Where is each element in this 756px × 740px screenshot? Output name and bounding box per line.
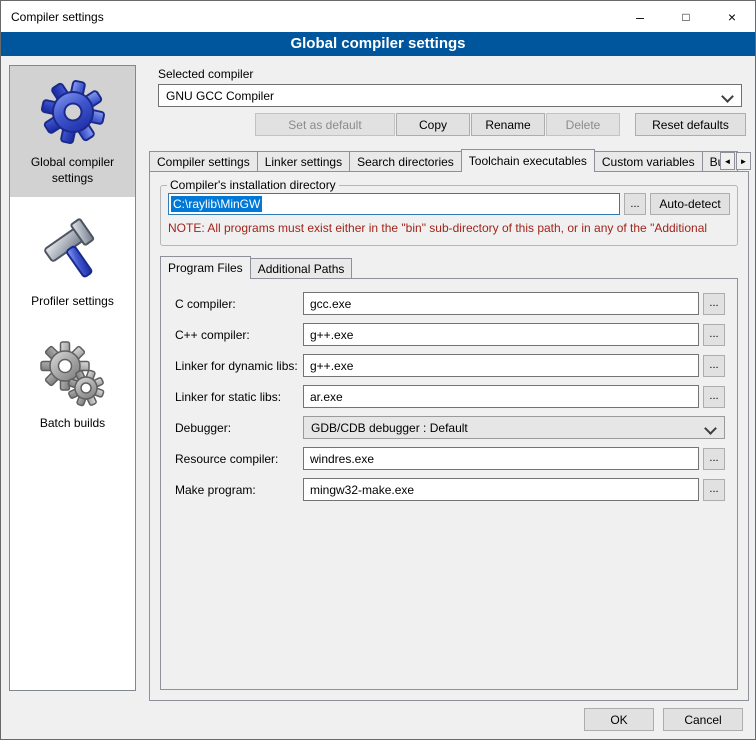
toolchain-executables-panel: Compiler's installation directory C:\ray… xyxy=(149,171,749,701)
c-compiler-row: C compiler: ... xyxy=(175,292,725,315)
debugger-select[interactable]: GDB/CDB debugger : Default xyxy=(303,416,725,439)
sidebar-item-label: Global compiler settings xyxy=(12,155,133,186)
titlebar[interactable]: Compiler settings – □ × xyxy=(1,1,755,32)
profiler-tool-icon xyxy=(36,214,110,288)
dynamic-linker-row: Linker for dynamic libs: ... xyxy=(175,354,725,377)
c-compiler-browse-button[interactable]: ... xyxy=(703,293,725,315)
dialog-footer: OK Cancel xyxy=(584,708,743,731)
copy-button[interactable]: Copy xyxy=(396,113,470,136)
minimize-icon: – xyxy=(636,9,644,25)
tab-toolchain-executables[interactable]: Toolchain executables xyxy=(461,149,595,172)
rename-button[interactable]: Rename xyxy=(471,113,545,136)
close-button[interactable]: × xyxy=(709,1,755,32)
program-files-panel: C compiler: ... C++ compiler: ... Linker… xyxy=(160,278,738,690)
delete-button[interactable]: Delete xyxy=(546,113,620,136)
tab-scroll-right-icon[interactable]: ► xyxy=(736,152,751,170)
gray-gears-icon xyxy=(37,338,109,410)
ok-button[interactable]: OK xyxy=(584,708,654,731)
static-linker-label: Linker for static libs: xyxy=(175,390,303,404)
auto-detect-button[interactable]: Auto-detect xyxy=(650,193,730,215)
set-as-default-button[interactable]: Set as default xyxy=(255,113,395,136)
resource-compiler-browse-button[interactable]: ... xyxy=(703,448,725,470)
window-title: Compiler settings xyxy=(1,10,104,24)
c-compiler-input[interactable] xyxy=(303,292,699,315)
resource-compiler-input[interactable] xyxy=(303,447,699,470)
installation-directory-row: C:\raylib\MinGW ... Auto-detect xyxy=(168,193,730,215)
reset-defaults-button[interactable]: Reset defaults xyxy=(635,113,746,136)
make-program-row: Make program: ... xyxy=(175,478,725,501)
chevron-down-icon xyxy=(704,422,717,435)
tab-custom-variables[interactable]: Custom variables xyxy=(594,151,703,171)
sidebar-item-global-compiler-settings[interactable]: Global compiler settings xyxy=(10,66,135,197)
debugger-select-value: GDB/CDB debugger : Default xyxy=(311,421,468,435)
close-icon: × xyxy=(728,9,736,25)
debugger-label: Debugger: xyxy=(175,421,303,435)
blue-gear-icon xyxy=(36,75,110,149)
dynamic-linker-input[interactable] xyxy=(303,354,699,377)
subtab-program-files[interactable]: Program Files xyxy=(160,256,251,279)
maximize-icon: □ xyxy=(682,10,689,24)
resource-compiler-row: Resource compiler: ... xyxy=(175,447,725,470)
tab-linker-settings[interactable]: Linker settings xyxy=(257,151,350,171)
make-program-label: Make program: xyxy=(175,483,303,497)
cpp-compiler-label: C++ compiler: xyxy=(175,328,303,342)
sidebar-item-label: Profiler settings xyxy=(31,294,114,310)
compiler-settings-window: Compiler settings – □ × Global compiler … xyxy=(0,0,756,740)
maximize-button[interactable]: □ xyxy=(663,1,709,32)
dynamic-linker-label: Linker for dynamic libs: xyxy=(175,359,303,373)
dynamic-linker-browse-button[interactable]: ... xyxy=(703,355,725,377)
tab-scroll-arrows: ◄ ► xyxy=(719,152,751,170)
debugger-row: Debugger: GDB/CDB debugger : Default xyxy=(175,416,725,439)
installation-directory-value: C:\raylib\MinGW xyxy=(171,196,262,212)
cancel-button[interactable]: Cancel xyxy=(663,708,743,731)
installation-directory-groupbox: Compiler's installation directory C:\ray… xyxy=(160,178,738,246)
resource-compiler-label: Resource compiler: xyxy=(175,452,303,466)
sidebar-item-batch-builds[interactable]: Batch builds xyxy=(10,329,135,443)
settings-tabstrip: Compiler settings Linker settings Search… xyxy=(149,148,749,172)
subtab-additional-paths[interactable]: Additional Paths xyxy=(250,258,353,278)
sidebar-item-profiler-settings[interactable]: Profiler settings xyxy=(10,205,135,321)
tab-compiler-settings[interactable]: Compiler settings xyxy=(149,151,258,171)
cpp-compiler-browse-button[interactable]: ... xyxy=(703,324,725,346)
tab-search-directories[interactable]: Search directories xyxy=(349,151,462,171)
make-program-browse-button[interactable]: ... xyxy=(703,479,725,501)
installation-directory-input[interactable]: C:\raylib\MinGW xyxy=(168,193,620,215)
settings-sidebar: Global compiler settings Profiler settin… xyxy=(9,65,136,691)
minimize-button[interactable]: – xyxy=(617,1,663,32)
compiler-buttons-row: Set as default Copy Rename Delete Reset … xyxy=(158,113,746,136)
compiler-select-value: GNU GCC Compiler xyxy=(166,89,274,103)
cpp-compiler-input[interactable] xyxy=(303,323,699,346)
chevron-down-icon xyxy=(721,90,734,103)
static-linker-browse-button[interactable]: ... xyxy=(703,386,725,408)
files-subtabstrip: Program Files Additional Paths xyxy=(160,256,351,279)
make-program-input[interactable] xyxy=(303,478,699,501)
c-compiler-label: C compiler: xyxy=(175,297,303,311)
static-linker-row: Linker for static libs: ... xyxy=(175,385,725,408)
static-linker-input[interactable] xyxy=(303,385,699,408)
browse-directory-button[interactable]: ... xyxy=(624,193,646,215)
sidebar-item-label: Batch builds xyxy=(40,416,105,432)
tab-scroll-left-icon[interactable]: ◄ xyxy=(720,152,735,170)
dialog-header-title: Global compiler settings xyxy=(1,32,755,56)
selected-compiler-label: Selected compiler xyxy=(158,67,253,81)
groupbox-title: Compiler's installation directory xyxy=(167,178,339,192)
cpp-compiler-row: C++ compiler: ... xyxy=(175,323,725,346)
note-text: NOTE: All programs must exist either in … xyxy=(168,221,730,235)
window-controls: – □ × xyxy=(617,1,755,32)
compiler-select[interactable]: GNU GCC Compiler xyxy=(158,84,742,107)
